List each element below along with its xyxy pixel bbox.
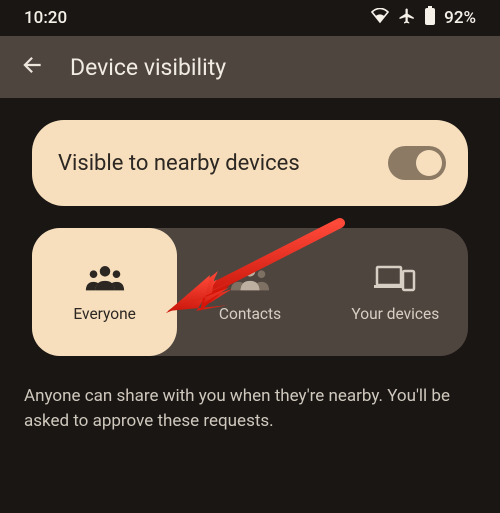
visibility-toggle[interactable] — [388, 146, 446, 180]
option-label: Your devices — [351, 305, 439, 323]
page-title: Device visibility — [70, 54, 226, 81]
option-contacts[interactable]: Contacts — [177, 228, 322, 356]
arrow-left-icon — [19, 52, 45, 82]
toggle-thumb — [416, 150, 442, 176]
status-indicators: 92% — [370, 6, 476, 31]
people-group-icon — [228, 261, 272, 295]
visibility-toggle-card[interactable]: Visible to nearby devices — [32, 120, 468, 206]
status-time: 10:20 — [24, 8, 67, 28]
option-your-devices[interactable]: Your devices — [323, 228, 468, 356]
option-label: Contacts — [219, 305, 281, 323]
option-everyone[interactable]: Everyone — [32, 228, 177, 356]
back-button[interactable] — [16, 51, 48, 83]
visibility-description: Anyone can share with you when they're n… — [0, 356, 500, 433]
option-label: Everyone — [73, 305, 135, 323]
wifi-icon — [370, 8, 390, 29]
content-area: Visible to nearby devices Everyone — [0, 98, 500, 356]
visibility-card-title: Visible to nearby devices — [58, 151, 300, 176]
airplane-icon — [398, 7, 416, 30]
visibility-options: Everyone Contacts — [32, 228, 468, 356]
app-bar: Device visibility — [0, 36, 500, 98]
people-group-icon — [83, 261, 127, 295]
status-bar: 10:20 92% — [0, 0, 500, 36]
devices-icon — [373, 261, 417, 295]
battery-percent: 92% — [444, 8, 476, 28]
battery-icon — [424, 6, 436, 31]
